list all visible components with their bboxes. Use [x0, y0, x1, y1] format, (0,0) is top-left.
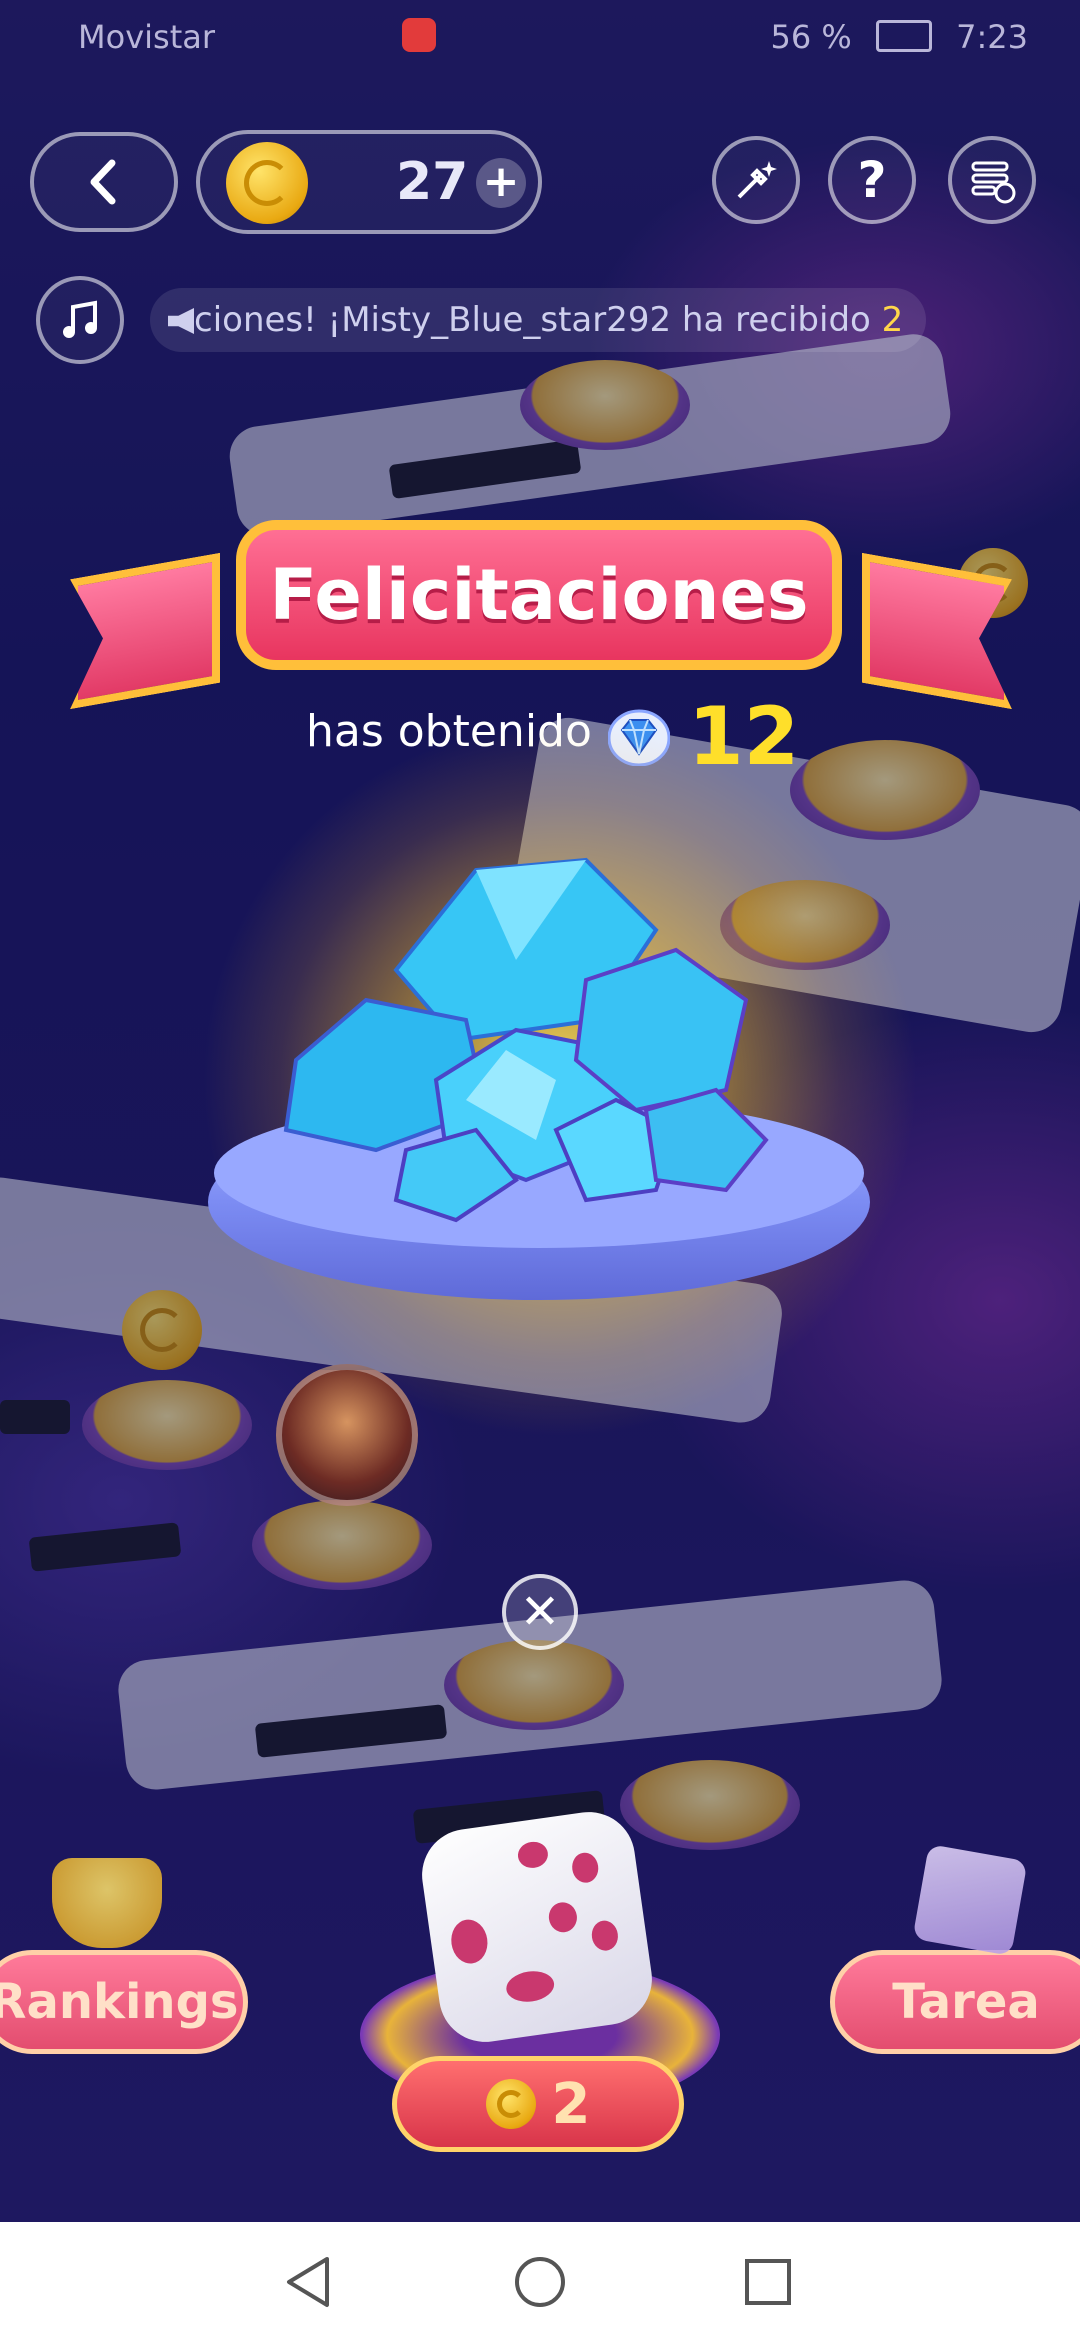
ticker-text: ciones! ¡Misty_Blue_star292 ha recibido: [194, 300, 871, 340]
nav-back-button[interactable]: [278, 2252, 338, 2312]
music-button[interactable]: [36, 276, 124, 364]
coin-icon: [485, 2079, 536, 2129]
chevron-left-icon: [90, 159, 116, 205]
dice-pip: [504, 1968, 557, 2005]
speaker-icon: [168, 308, 194, 334]
reward-title: Felicitaciones: [269, 554, 809, 636]
coin-icon: [226, 142, 308, 224]
clock-label: 7:23: [956, 18, 1028, 56]
status-bar: Movistar 56 % 7:23: [0, 0, 1080, 74]
carrier-label: Movistar: [78, 18, 215, 56]
music-note-icon: [63, 300, 97, 338]
dice-pip: [589, 1918, 620, 1953]
dice-pip: [516, 1839, 550, 1870]
status-right: 56 % 7:23: [771, 18, 1029, 56]
nav-recents-button[interactable]: [738, 2252, 798, 2312]
player-avatar: [276, 1364, 418, 1506]
close-icon: ✕: [519, 1584, 561, 1640]
task-label: Tarea: [892, 1974, 1040, 2030]
question-mark-icon: ?: [857, 151, 887, 209]
list-clock-icon: [971, 161, 1016, 204]
circle-home-icon: [515, 2257, 565, 2307]
battery-icon: [875, 20, 932, 52]
battery-label: 56 %: [770, 18, 852, 56]
system-nav-bar: [0, 2222, 1080, 2340]
roll-dice-button[interactable]: [416, 1806, 658, 2048]
coin-balance[interactable]: 27 +: [196, 130, 542, 234]
square-recents-icon: [745, 2259, 791, 2305]
rankings-button[interactable]: Rankings: [0, 1950, 248, 2054]
triangle-back-icon: [287, 2257, 329, 2307]
back-button[interactable]: [30, 132, 178, 232]
nav-home-button[interactable]: [510, 2252, 570, 2312]
roll-cost: 2: [392, 2056, 684, 2152]
diamond-pile-icon: [283, 857, 769, 1223]
dice-pip: [570, 1851, 601, 1885]
task-button[interactable]: Tarea: [830, 1950, 1080, 2054]
clipboard-icon: [912, 1844, 1028, 1956]
ticker-highlight: 2: [881, 300, 904, 340]
roll-cost-value: 2: [551, 2071, 591, 2137]
congrats-ribbon: Felicitaciones: [236, 520, 842, 670]
magic-wand-button[interactable]: [712, 136, 800, 224]
close-button[interactable]: ✕: [502, 1574, 578, 1650]
magic-wand-icon: [737, 161, 777, 199]
rankings-label: Rankings: [0, 1974, 239, 2030]
dice-pip: [448, 1917, 491, 1966]
coin-count: 27: [396, 152, 469, 212]
add-coins-button[interactable]: +: [476, 158, 526, 208]
history-button[interactable]: [948, 136, 1036, 224]
announcement-ticker: ciones! ¡Misty_Blue_star292 ha recibido …: [150, 288, 926, 352]
trophy-icon: [52, 1858, 162, 1948]
help-button[interactable]: ?: [828, 136, 916, 224]
app-notification-icon: [402, 18, 436, 52]
dice-pip: [546, 1900, 579, 1935]
